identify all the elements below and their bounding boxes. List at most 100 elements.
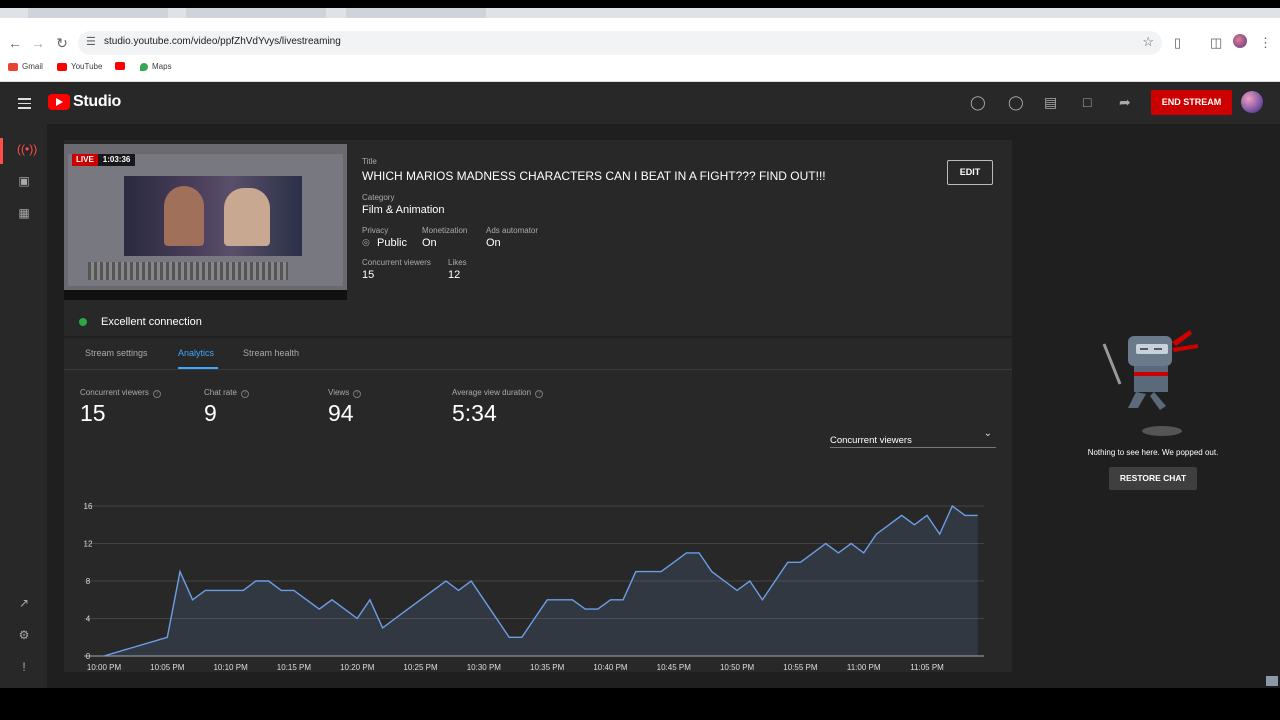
studio-header: Studio ◯ ◯ ▤ □ ➦ END STREAM	[0, 82, 1280, 124]
live-badge: LIVE 1:03:36	[72, 154, 136, 166]
super-chat-icon[interactable]: ◯	[1008, 94, 1024, 111]
concurrent-viewers-chart: 0 4 8 12 16 10:00 PM 10:05 PM 10:10 PM 10:15 PM 1…	[84, 502, 984, 672]
globe-icon: ◎	[362, 237, 370, 247]
status-dot	[79, 318, 87, 326]
bookmark-star-icon[interactable]: ☆	[1142, 34, 1154, 50]
privacy-value: Public	[377, 237, 407, 249]
bookmark-youtube[interactable]: YouTube	[57, 62, 102, 71]
ads-automator-value: On	[486, 237, 501, 249]
concurrent-viewers-label: Concurrent viewers	[362, 258, 431, 267]
metric-dropdown[interactable]: Concurrent viewers ⌄	[830, 428, 996, 448]
monetization-icon[interactable]: ◯	[970, 94, 986, 111]
ads-automator-label: Ads automator	[486, 226, 539, 235]
y-tick-label: 12	[84, 540, 93, 549]
browser-tab[interactable]	[186, 8, 326, 18]
x-tick-label: 10:25 PM	[403, 663, 438, 672]
youtube-studio-app: Studio ◯ ◯ ▤ □ ➦ END STREAM ((•)) ▣ ▦ ↗ …	[0, 82, 1280, 688]
preview-taskbar	[64, 290, 347, 300]
stream-info-card: LIVE 1:03:36 Excellent connection Title …	[64, 140, 1012, 336]
external-link-icon[interactable]: ↗	[17, 596, 31, 610]
left-sidebar: ((•)) ▣ ▦ ↗ ⚙ !	[0, 124, 48, 688]
chat-pane: Nothing to see here. We popped out. REST…	[1012, 124, 1280, 688]
bookmark-maps[interactable]: Maps	[140, 62, 172, 71]
bookmark-icon[interactable]: □	[1083, 94, 1091, 110]
chat-popped-out-message: Nothing to see here. We popped out.	[1087, 448, 1219, 457]
connection-label: Excellent connection	[101, 316, 202, 328]
stream-preview[interactable]: LIVE 1:03:36	[64, 144, 347, 300]
youtube-icon	[57, 62, 67, 71]
x-tick-label: 10:30 PM	[467, 663, 502, 672]
preview-video-frame	[124, 176, 302, 256]
bottom-letterbox	[0, 688, 1280, 720]
elapsed-time: 1:03:36	[97, 154, 136, 166]
stat-label: Views?	[328, 388, 362, 398]
screen: ← → ↻ ☰ studio.youtube.com/video/ppfZhVd…	[0, 0, 1280, 720]
settings-gear-icon[interactable]: ⚙	[17, 628, 31, 642]
extensions-icon[interactable]: ▯	[1174, 35, 1181, 51]
x-tick-label: 11:05 PM	[910, 663, 944, 672]
x-tick-label: 10:50 PM	[720, 663, 755, 672]
preview-screen	[68, 154, 343, 286]
ninja-illustration	[1102, 330, 1198, 436]
reload-icon[interactable]: ↻	[54, 35, 70, 51]
youtube-icon	[115, 62, 125, 70]
camera-icon[interactable]: ▣	[17, 174, 31, 188]
x-tick-label: 10:45 PM	[657, 663, 692, 672]
privacy-label: Privacy	[362, 226, 389, 235]
maps-icon	[140, 62, 148, 71]
y-tick-label: 0	[86, 652, 91, 661]
browser-tab[interactable]	[28, 8, 168, 18]
end-stream-button[interactable]: END STREAM	[1151, 90, 1232, 115]
tab-stream-settings[interactable]: Stream settings	[85, 348, 148, 358]
bookmark-youtube-2[interactable]	[115, 62, 125, 70]
menu-icon[interactable]	[18, 98, 31, 109]
category-label: Category	[362, 193, 395, 202]
title-label: Title	[362, 157, 377, 166]
x-tick-label: 10:40 PM	[593, 663, 628, 672]
stream-title: WHICH MARIOS MADNESS CHARACTERS CAN I BE…	[362, 169, 826, 183]
restore-chat-button[interactable]: RESTORE CHAT	[1109, 467, 1197, 490]
browser-tab[interactable]	[346, 8, 486, 18]
stat-concurrent-viewers: 15	[80, 400, 106, 426]
browser-menu-icon[interactable]: ⋮	[1259, 35, 1272, 51]
active-indicator	[0, 138, 3, 164]
clapperboard-icon[interactable]: ▤	[1044, 94, 1057, 111]
help-icon: ?	[353, 390, 362, 398]
address-bar[interactable]: ☰ studio.youtube.com/video/ppfZhVdYvys/l…	[78, 31, 1162, 55]
y-tick-label: 8	[86, 577, 91, 586]
x-tick-label: 11:00 PM	[847, 663, 881, 672]
tab-analytics[interactable]: Analytics	[178, 348, 214, 358]
bookmark-label: Gmail	[22, 62, 43, 71]
help-icon: ?	[240, 390, 249, 398]
x-tick-label: 10:15 PM	[277, 663, 312, 672]
youtube-logo-icon[interactable]	[48, 94, 70, 110]
preview-editor-timeline	[88, 262, 288, 280]
back-icon[interactable]: ←	[7, 35, 23, 51]
stream-icon[interactable]: ((•))	[17, 142, 37, 156]
calendar-icon[interactable]: ▦	[17, 206, 31, 220]
connection-status: Excellent connection	[79, 316, 202, 328]
browser-toolbar: ← → ↻ ☰ studio.youtube.com/video/ppfZhVd…	[0, 18, 1280, 82]
x-tick-label: 10:05 PM	[150, 663, 185, 672]
tab-stream-health[interactable]: Stream health	[243, 348, 299, 358]
stat-chat-rate: 9	[204, 400, 217, 426]
analytics-panel: Concurrent viewers? 15 Chat rate? 9 View…	[64, 370, 1012, 672]
bookmark-label: Maps	[152, 62, 172, 71]
monetization-label: Monetization	[422, 226, 468, 235]
help-icon: ?	[152, 390, 161, 398]
forward-icon[interactable]: →	[30, 35, 46, 51]
edit-button[interactable]: EDIT	[947, 160, 993, 185]
channel-avatar[interactable]	[1241, 91, 1263, 113]
scrollbar-corner[interactable]	[1266, 676, 1278, 686]
bookmark-gmail[interactable]: Gmail	[8, 62, 43, 71]
studio-wordmark[interactable]: Studio	[73, 93, 121, 111]
url-text[interactable]: studio.youtube.com/video/ppfZhVdYvys/liv…	[104, 36, 341, 47]
share-icon[interactable]: ➦	[1119, 94, 1131, 111]
side-panel-icon[interactable]: ◫	[1210, 35, 1222, 51]
x-tick-label: 10:00 PM	[87, 663, 122, 672]
likes-value: 12	[448, 269, 461, 281]
browser-profile-avatar[interactable]	[1233, 34, 1247, 48]
concurrent-viewers-value: 15	[362, 269, 375, 281]
feedback-icon[interactable]: !	[17, 660, 31, 674]
site-info-icon[interactable]: ☰	[86, 35, 96, 48]
